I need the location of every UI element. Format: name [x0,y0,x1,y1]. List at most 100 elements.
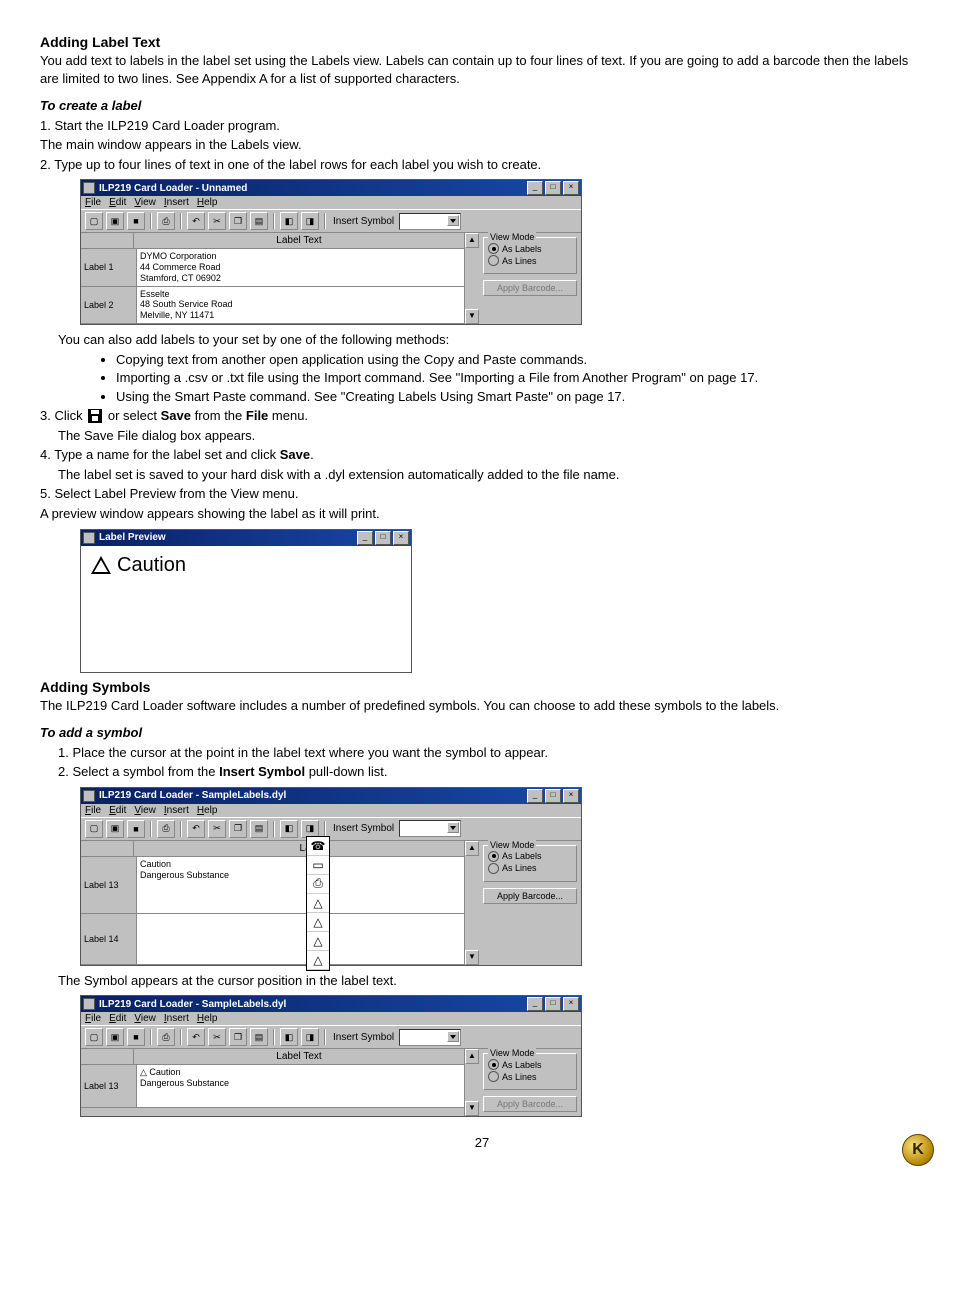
menu-view[interactable]: View [134,1013,156,1024]
subhead-create-label: To create a label [40,97,924,115]
maximize-button[interactable]: □ [545,997,561,1011]
symbol-option[interactable]: ▭ [307,856,329,875]
row-header[interactable]: Label 1 [81,249,137,285]
apply-barcode-button[interactable]: Apply Barcode... [483,1096,577,1112]
vertical-scrollbar[interactable]: ▲▼ [464,841,479,965]
menu-file[interactable]: File [85,197,101,208]
undo-button[interactable]: ↶ [187,1028,205,1046]
apply-barcode-button[interactable]: Apply Barcode... [483,280,577,296]
symbol-option[interactable]: △ [307,913,329,932]
maximize-button[interactable]: □ [375,531,391,545]
maximize-button[interactable]: □ [545,789,561,803]
radio-as-labels[interactable]: As Labels [488,1059,572,1070]
insert-symbol-combo[interactable] [399,213,461,230]
symbol-option[interactable]: △ [307,894,329,913]
radio-as-lines[interactable]: As Lines [488,255,572,266]
radio-as-labels[interactable]: As Labels [488,243,572,254]
label-cell[interactable]: Caution Dangerous Substance [137,857,464,913]
tool-button[interactable]: ◧ [280,1028,298,1046]
paste-button[interactable]: ▤ [250,212,268,230]
save-button[interactable]: ■ [127,820,145,838]
row-header[interactable]: Label 13 [81,857,137,913]
row-header[interactable]: Label 14 [81,914,137,964]
minimize-button[interactable]: _ [527,997,543,1011]
cut-button[interactable]: ✂ [208,1028,226,1046]
apply-barcode-button[interactable]: Apply Barcode... [483,888,577,904]
preview-text: Caution [117,554,186,577]
copy-button[interactable]: ❐ [229,820,247,838]
undo-button[interactable]: ↶ [187,212,205,230]
save-button[interactable]: ■ [127,1028,145,1046]
label-cell[interactable]: △ Caution Dangerous Substance [137,1065,464,1107]
after-symbol: The Symbol appears at the cursor positio… [58,972,924,990]
menu-edit[interactable]: Edit [109,197,126,208]
app-icon [83,790,95,802]
maximize-button[interactable]: □ [545,181,561,195]
para: You add text to labels in the label set … [40,52,924,87]
open-button[interactable]: ▣ [106,1028,124,1046]
copy-button[interactable]: ❐ [229,1028,247,1046]
vertical-scrollbar[interactable]: ▲▼ [464,1049,479,1116]
print-button[interactable]: ⎙ [157,1028,175,1046]
menu-view[interactable]: View [134,197,156,208]
symbol-dropdown[interactable]: ☎ ▭ ⎙ △ △ △ △ [306,836,330,971]
close-button[interactable]: × [563,997,579,1011]
tool-button[interactable]: ◧ [280,820,298,838]
undo-button[interactable]: ↶ [187,820,205,838]
label-cell[interactable]: Esselte 48 South Service Road Melville, … [137,287,464,323]
close-button[interactable]: × [393,531,409,545]
menu-insert[interactable]: Insert [164,197,189,208]
print-button[interactable]: ⎙ [157,212,175,230]
tool-button[interactable]: ◨ [301,1028,319,1046]
menu-insert[interactable]: Insert [164,805,189,816]
new-button[interactable]: ▢ [85,212,103,230]
cut-button[interactable]: ✂ [208,212,226,230]
menu-help[interactable]: Help [197,1013,218,1024]
copy-button[interactable]: ❐ [229,212,247,230]
menu-edit[interactable]: Edit [109,1013,126,1024]
menu-help[interactable]: Help [197,805,218,816]
scroll-down-icon[interactable]: ▼ [465,309,479,324]
tool-button[interactable]: ◧ [280,212,298,230]
close-button[interactable]: × [563,789,579,803]
minimize-button[interactable]: _ [527,181,543,195]
symbol-option[interactable]: △ [307,932,329,951]
open-button[interactable]: ▣ [106,212,124,230]
symbol-option[interactable]: △ [307,951,329,970]
row-header[interactable]: Label 13 [81,1065,137,1107]
save-button[interactable]: ■ [127,212,145,230]
radio-as-lines[interactable]: As Lines [488,863,572,874]
new-button[interactable]: ▢ [85,820,103,838]
tool-button[interactable]: ◨ [301,212,319,230]
row-header[interactable]: Label 2 [81,287,137,323]
print-button[interactable]: ⎙ [157,820,175,838]
radio-as-labels[interactable]: As Labels [488,851,572,862]
window-title: Label Preview [99,532,355,543]
paste-button[interactable]: ▤ [250,1028,268,1046]
menu-insert[interactable]: Insert [164,1013,189,1024]
cut-button[interactable]: ✂ [208,820,226,838]
toolbar: ▢ ▣ ■ ⎙ ↶ ✂ ❐ ▤ ◧ ◨ Insert Symbol [81,209,581,233]
new-button[interactable]: ▢ [85,1028,103,1046]
paste-button[interactable]: ▤ [250,820,268,838]
menu-help[interactable]: Help [197,197,218,208]
symbol-option[interactable]: ☎ [307,837,329,856]
scroll-up-icon[interactable]: ▲ [465,233,479,248]
insert-symbol-combo[interactable] [399,820,461,837]
close-button[interactable]: × [563,181,579,195]
radio-as-lines[interactable]: As Lines [488,1071,572,1082]
menu-view[interactable]: View [134,805,156,816]
minimize-button[interactable]: _ [527,789,543,803]
menu-file[interactable]: File [85,1013,101,1024]
vertical-scrollbar[interactable]: ▲ ▼ [464,233,479,324]
label-cell[interactable]: DYMO Corporation 44 Commerce Road Stamfo… [137,249,464,285]
subhead-add-symbol: To add a symbol [40,724,924,742]
insert-symbol-combo[interactable] [399,1029,461,1046]
symbol-option[interactable]: ⎙ [307,875,329,894]
label-cell[interactable] [137,914,464,964]
menu-file[interactable]: File [85,805,101,816]
minimize-button[interactable]: _ [357,531,373,545]
open-button[interactable]: ▣ [106,820,124,838]
menu-edit[interactable]: Edit [109,805,126,816]
heading-adding-symbols: Adding Symbols [40,679,924,695]
